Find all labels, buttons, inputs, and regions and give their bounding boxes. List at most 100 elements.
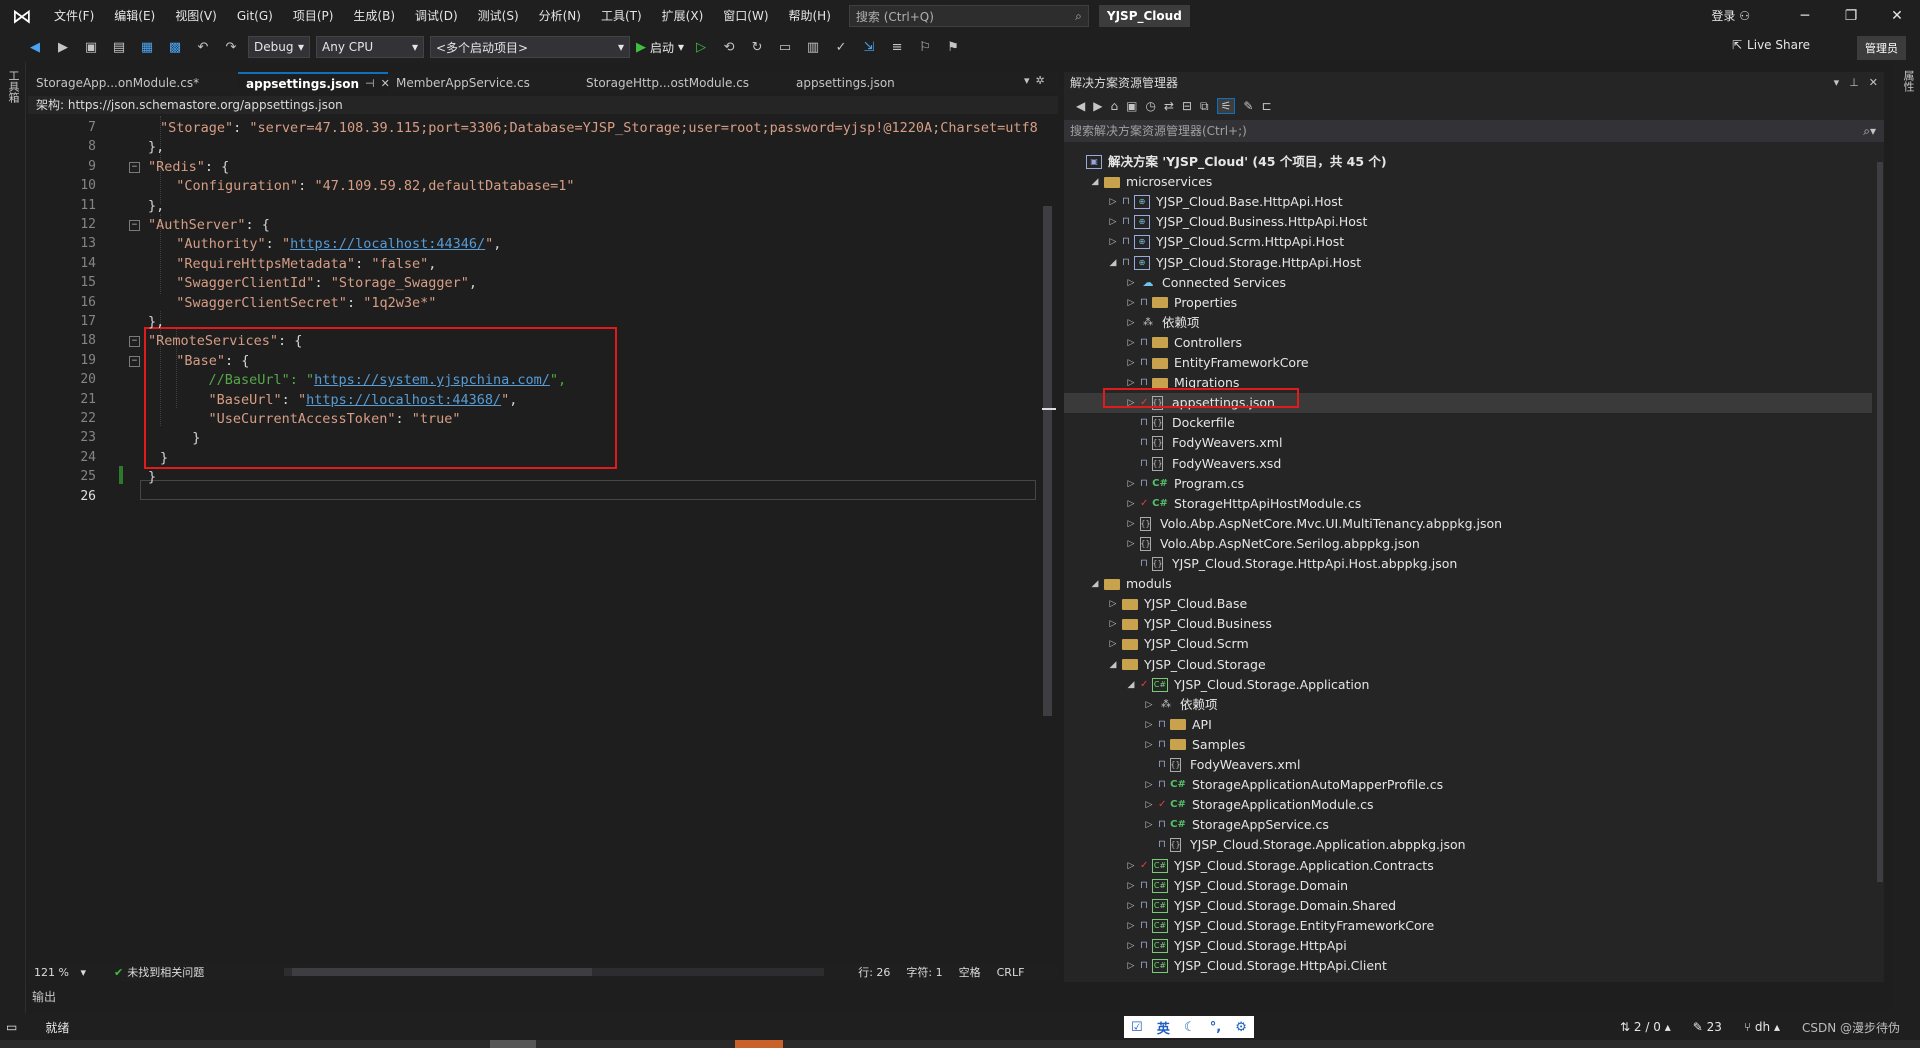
- filter-icon[interactable]: ⚟: [1216, 98, 1236, 114]
- tree-node[interactable]: ▷ ⊓ C# Program.cs: [1064, 474, 1245, 494]
- maximize-button[interactable]: ❐: [1828, 0, 1874, 32]
- config-select[interactable]: Debug ▾: [248, 36, 310, 58]
- tree-node[interactable]: ◢ moduls: [1064, 574, 1172, 594]
- tree-node[interactable]: ▷ ⊓ Properties: [1064, 293, 1238, 313]
- collapsed-arrow-icon[interactable]: ▷: [1126, 333, 1136, 353]
- tree-node[interactable]: ▷ ✓ C# StorageApplicationModule.cs: [1064, 795, 1374, 815]
- collapsed-arrow-icon[interactable]: ▷: [1126, 514, 1136, 534]
- tree-node[interactable]: ▷ ⊓ ⊕ YJSP_Cloud.Base.HttpApi.Host: [1064, 192, 1343, 212]
- refresh-icon[interactable]: ↻: [746, 36, 768, 58]
- tree-node[interactable]: ◢ ✓ C# YJSP_Cloud.Storage.Application: [1064, 675, 1369, 695]
- browser-icon[interactable]: ▭: [774, 36, 796, 58]
- tree-node[interactable]: ⊓ {} YJSP_Cloud.Storage.Application.abppkg…: [1064, 835, 1466, 855]
- tree-node[interactable]: ▷ ⊓ C# YJSP_Cloud.Storage.HttpApi.Client: [1064, 956, 1387, 976]
- collapsed-arrow-icon[interactable]: ▷: [1144, 715, 1154, 735]
- collapsed-arrow-icon[interactable]: ▷: [1144, 695, 1154, 715]
- scrollbar-thumb[interactable]: [292, 968, 593, 976]
- tab-list-icon[interactable]: ▾: [1024, 74, 1030, 87]
- scrollbar-thumb[interactable]: [1043, 206, 1052, 716]
- save-icon[interactable]: ▦: [136, 36, 158, 58]
- menu-item[interactable]: 工具(T): [591, 0, 652, 32]
- tree-node[interactable]: ▷ ⊓ ⊕ YJSP_Cloud.Business.HttpApi.Host: [1064, 212, 1367, 232]
- tree-node[interactable]: ▷ YJSP_Cloud.Business: [1064, 614, 1272, 634]
- menu-item[interactable]: 编辑(E): [104, 0, 165, 32]
- fold-toggle-icon[interactable]: −: [129, 161, 140, 173]
- show-all-files-icon[interactable]: ⧉: [1200, 99, 1209, 114]
- menu-item[interactable]: 分析(N): [529, 0, 591, 32]
- platform-select[interactable]: Any CPU ▾: [316, 36, 424, 58]
- tree-node[interactable]: ▷ ⊓ Controllers: [1064, 333, 1242, 353]
- tree-node[interactable]: ▣ 解决方案 'YJSP_Cloud' (45 个项目，共 45 个): [1064, 152, 1387, 172]
- login-button[interactable]: 登录 ⚇: [1711, 0, 1750, 32]
- preview-icon[interactable]: ⊏: [1261, 99, 1271, 113]
- tree-node[interactable]: ⊓ {} Dockerfile: [1064, 413, 1235, 433]
- menu-item[interactable]: Git(G): [227, 0, 283, 32]
- menu-item[interactable]: 文件(F): [44, 0, 104, 32]
- moon-icon[interactable]: ☾: [1184, 1020, 1196, 1035]
- code-editor[interactable]: 7 "Storage": "server=47.108.39.115;port=3…: [28, 116, 1038, 950]
- tree-node[interactable]: ▷ ⊓ C# YJSP_Cloud.Storage.Domain.Shared: [1064, 896, 1396, 916]
- hot-reload-icon[interactable]: ⟲: [718, 36, 740, 58]
- tree-node[interactable]: ▷ YJSP_Cloud.Scrm: [1064, 634, 1249, 654]
- collapsed-arrow-icon[interactable]: ▷: [1126, 936, 1136, 956]
- tree-node[interactable]: ◢ ⊓ ⊕ YJSP_Cloud.Storage.HttpApi.Host: [1064, 253, 1361, 273]
- editor-tab[interactable]: MemberAppService.cs: [388, 72, 578, 94]
- tree-node[interactable]: ▷ ⁂ 依赖项: [1064, 695, 1218, 715]
- spell-check-icon[interactable]: ✓: [830, 36, 852, 58]
- back-icon[interactable]: ◀: [1076, 99, 1085, 113]
- editor-scrollbar[interactable]: [1040, 116, 1056, 950]
- undo-icon[interactable]: ↶: [192, 36, 214, 58]
- collapsed-arrow-icon[interactable]: ▷: [1126, 313, 1136, 333]
- back-icon[interactable]: ◀: [24, 36, 46, 58]
- tree-node[interactable]: ▷ ⊓ C# StorageApplicationAutoMapperProfile.…: [1064, 775, 1444, 795]
- solution-explorer-scrollbar[interactable]: [1876, 152, 1884, 972]
- ime-toolbar[interactable]: ☑ 英 ☾ °, ⚙: [1124, 1016, 1254, 1038]
- tree-node[interactable]: ▷ ⊓ API: [1064, 715, 1212, 735]
- branch-indicator[interactable]: ⑂ dh ▴: [1744, 1020, 1780, 1034]
- notification-icon[interactable]: ▭: [6, 1020, 17, 1034]
- collapsed-arrow-icon[interactable]: ▷: [1126, 534, 1136, 554]
- switch-view-icon[interactable]: ▣: [1126, 99, 1137, 113]
- collapsed-arrow-icon[interactable]: ▷: [1126, 353, 1136, 373]
- tree-node[interactable]: ▷ ✓ C# StorageHttpApiHostModule.cs: [1064, 494, 1362, 514]
- horizontal-scrollbar[interactable]: [284, 968, 825, 976]
- code-link[interactable]: https://system.yjspchina.com/: [314, 372, 550, 388]
- menu-item[interactable]: 扩展(X): [652, 0, 714, 32]
- whitespace-indicator[interactable]: 空格: [959, 964, 981, 980]
- scrollbar-thumb[interactable]: [1877, 162, 1883, 882]
- source-control-changes[interactable]: ⇅ 2 / 0 ▴: [1620, 1020, 1671, 1034]
- tree-node[interactable]: ▷ ⊓ C# YJSP_Cloud.Storage.EntityFrameworkCo…: [1064, 916, 1434, 936]
- expanded-arrow-icon[interactable]: ◢: [1126, 675, 1136, 695]
- eol-indicator[interactable]: CRLF: [997, 966, 1025, 979]
- fold-toggle-icon[interactable]: −: [129, 355, 140, 367]
- tree-node[interactable]: ▷ {} Volo.Abp.AspNetCore.Serilog.abppkg.js…: [1064, 534, 1420, 554]
- pin-icon[interactable]: ⊥: [1849, 72, 1859, 94]
- editor-tab[interactable]: appsettings.json ⊣ ✕: [238, 72, 390, 94]
- solution-search-input[interactable]: 搜索解决方案资源管理器(Ctrl+;) ⌕▾: [1064, 120, 1884, 142]
- tree-node[interactable]: ⊓ {} YJSP_Cloud.Storage.HttpApi.Host.abppk…: [1064, 554, 1457, 574]
- redo-icon[interactable]: ↷: [220, 36, 242, 58]
- fold-toggle-icon[interactable]: −: [129, 336, 140, 348]
- startup-select[interactable]: <多个启动项目> ▾: [430, 36, 630, 58]
- tree-node[interactable]: ▷ ⊓ C# YJSP_Cloud.Storage.HttpApi: [1064, 936, 1347, 956]
- gear-icon[interactable]: ⚙: [1235, 1020, 1247, 1035]
- tree-node[interactable]: ▷ ⊓ C# StorageAppService.cs: [1064, 815, 1329, 835]
- collapsed-arrow-icon[interactable]: ▷: [1126, 916, 1136, 936]
- properties-icon[interactable]: ✎: [1243, 99, 1253, 113]
- pending-edits[interactable]: ✎ 23: [1693, 1020, 1722, 1034]
- collapsed-arrow-icon[interactable]: ▷: [1126, 494, 1136, 514]
- expanded-arrow-icon[interactable]: ◢: [1090, 172, 1100, 192]
- collapsed-arrow-icon[interactable]: ▷: [1108, 594, 1118, 614]
- sync-icon[interactable]: ⇄: [1164, 99, 1174, 113]
- collapsed-arrow-icon[interactable]: ▷: [1144, 795, 1154, 815]
- punctuation-icon[interactable]: °,: [1210, 1020, 1221, 1035]
- expanded-arrow-icon[interactable]: ◢: [1108, 253, 1118, 273]
- tree-node[interactable]: ▷ ⁂ 依赖项: [1064, 313, 1200, 333]
- collapsed-arrow-icon[interactable]: ▷: [1144, 735, 1154, 755]
- tree-node[interactable]: ▷ YJSP_Cloud.Base: [1064, 594, 1248, 614]
- expanded-arrow-icon[interactable]: ◢: [1108, 655, 1118, 675]
- layout-icon[interactable]: ▥: [802, 36, 824, 58]
- tree-node[interactable]: ▷ ⊓ C# YJSP_Cloud.Storage.Domain: [1064, 876, 1348, 896]
- bookmark-icon[interactable]: ⚐: [914, 36, 936, 58]
- history-icon[interactable]: ◷: [1145, 99, 1155, 113]
